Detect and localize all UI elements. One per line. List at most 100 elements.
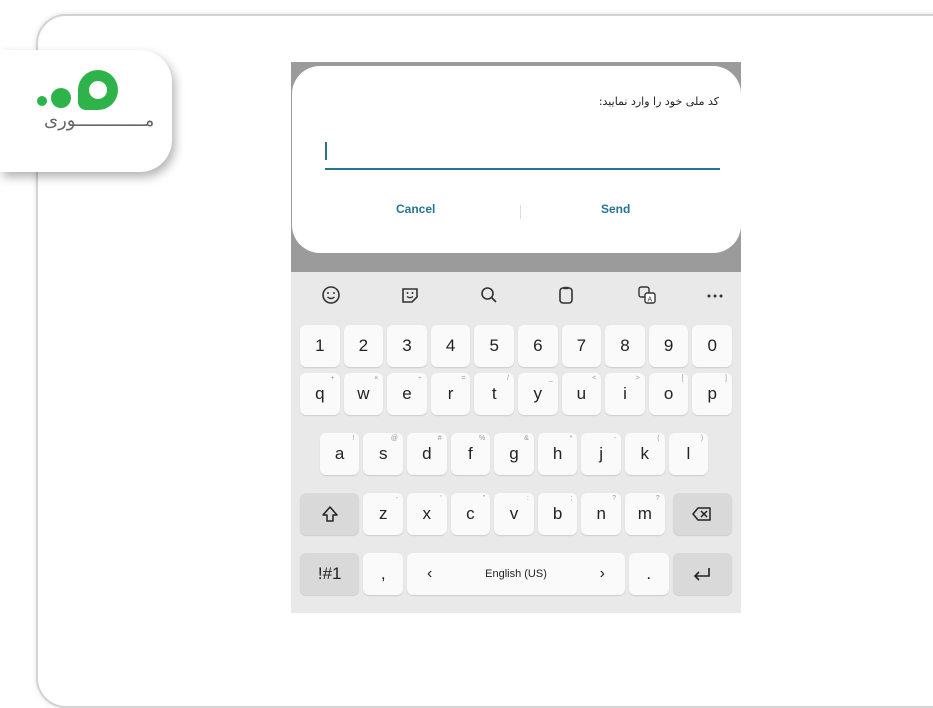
send-button[interactable]: Send bbox=[601, 202, 630, 216]
key-z-hint: - bbox=[395, 495, 398, 502]
clipboard-icon[interactable] bbox=[553, 282, 579, 308]
key-n-hint: ? bbox=[612, 495, 616, 502]
input-dialog: کد ملی خود را وارد نمایید: Cancel Send bbox=[292, 66, 741, 253]
key-f-hint: % bbox=[478, 435, 486, 442]
key-e-label: e bbox=[402, 384, 412, 403]
key-q[interactable]: q + bbox=[300, 373, 340, 415]
key-i[interactable]: i > bbox=[605, 373, 645, 415]
key-3-label: 3 bbox=[402, 336, 412, 355]
key-h-label: h bbox=[552, 444, 563, 463]
key-h[interactable]: h * bbox=[537, 433, 578, 475]
translate-icon[interactable]: A bbox=[634, 282, 660, 308]
key-t[interactable]: t / bbox=[474, 373, 514, 415]
key-4[interactable]: 4 bbox=[430, 325, 471, 367]
key-n[interactable]: n? bbox=[581, 493, 621, 535]
national-id-input[interactable] bbox=[325, 136, 720, 170]
phone-screen: کد ملی خود را وارد نمایید: Cancel Send A… bbox=[291, 62, 741, 613]
key-b-hint: ; bbox=[570, 495, 573, 502]
key-b[interactable]: b; bbox=[537, 493, 578, 535]
more-icon[interactable] bbox=[702, 282, 728, 308]
key-x-hint: ' bbox=[440, 495, 442, 502]
key-d[interactable]: d # bbox=[407, 433, 447, 475]
key-s-label: s bbox=[378, 444, 388, 463]
key-y[interactable]: y _ bbox=[518, 373, 558, 415]
key-v-hint: : bbox=[526, 495, 529, 502]
key-r[interactable]: r = bbox=[430, 373, 471, 415]
key-w-hint: × bbox=[374, 375, 379, 382]
key-z-label: z bbox=[378, 504, 388, 523]
key-n-label: n bbox=[596, 504, 606, 523]
text-caret bbox=[325, 142, 327, 160]
key-z[interactable]: z- bbox=[363, 493, 403, 535]
key-5[interactable]: 5 bbox=[474, 325, 514, 367]
key-6[interactable]: 6 bbox=[518, 325, 558, 367]
key-g[interactable]: g & bbox=[494, 433, 534, 475]
key-1[interactable]: 1 bbox=[300, 325, 340, 367]
comma-key[interactable]: , bbox=[363, 553, 403, 595]
key-s-hint: @ bbox=[390, 435, 398, 442]
logo-dot-medium bbox=[51, 88, 71, 108]
enter-key[interactable] bbox=[672, 553, 732, 595]
search-icon[interactable] bbox=[476, 282, 502, 308]
backspace-key[interactable] bbox=[672, 493, 732, 535]
key-a-hint: ! bbox=[352, 435, 355, 442]
key-p[interactable]: p] bbox=[692, 373, 732, 415]
key-m-hint: ? bbox=[655, 495, 660, 502]
sticker-icon[interactable] bbox=[397, 282, 423, 308]
comma-key-label: , bbox=[380, 564, 386, 583]
key-k-label: k bbox=[640, 444, 650, 463]
key-j-hint: - bbox=[613, 435, 616, 442]
key-7[interactable]: 7 bbox=[561, 325, 602, 367]
shift-key[interactable] bbox=[300, 493, 360, 535]
key-y-label: y bbox=[533, 384, 543, 403]
key-1-label: 1 bbox=[315, 336, 325, 355]
key-v-label: v bbox=[509, 504, 519, 523]
key-x[interactable]: x ' bbox=[407, 493, 447, 535]
key-g-label: g bbox=[509, 444, 519, 463]
button-divider bbox=[520, 205, 521, 219]
space-key[interactable]: English (US) ‹ › bbox=[407, 553, 625, 595]
key-s[interactable]: s @ bbox=[363, 433, 403, 475]
key-l-hint: ) bbox=[700, 435, 704, 442]
key-h-hint: * bbox=[569, 435, 573, 442]
key-7-label: 7 bbox=[576, 336, 587, 355]
key-i-label: i bbox=[623, 384, 627, 403]
key-o[interactable]: o[ bbox=[648, 373, 689, 415]
key-x-label: x bbox=[422, 504, 432, 523]
keyboard-toolbar: A bbox=[291, 274, 741, 316]
chevron-left-icon: ‹ bbox=[427, 565, 433, 582]
key-2[interactable]: 2 bbox=[343, 325, 384, 367]
enter-icon bbox=[694, 568, 711, 581]
symbols-key[interactable]: !#1 bbox=[300, 553, 360, 595]
key-j[interactable]: j- bbox=[581, 433, 621, 475]
period-key[interactable]: . bbox=[629, 553, 669, 595]
key-e-hint: ÷ bbox=[417, 375, 422, 382]
key-u[interactable]: u < bbox=[561, 373, 602, 415]
space-key-label: English (US) bbox=[485, 568, 547, 580]
key-v[interactable]: v: bbox=[494, 493, 534, 535]
key-p-hint: ] bbox=[725, 375, 727, 382]
key-0[interactable]: 0 bbox=[692, 325, 732, 367]
key-c[interactable]: c " bbox=[450, 493, 491, 535]
key-t-label: t bbox=[491, 384, 497, 403]
key-f[interactable]: f% bbox=[450, 433, 491, 475]
logo-dot-small bbox=[37, 96, 47, 106]
emoji-icon[interactable] bbox=[318, 282, 344, 308]
key-4-label: 4 bbox=[445, 336, 456, 355]
key-k[interactable]: k( bbox=[625, 433, 665, 475]
svg-text:A: A bbox=[648, 297, 653, 304]
key-3[interactable]: 3 bbox=[387, 325, 427, 367]
key-w[interactable]: w × bbox=[343, 373, 384, 415]
key-8[interactable]: 8 bbox=[605, 325, 645, 367]
key-k-hint: ( bbox=[657, 435, 660, 442]
key-9[interactable]: 9 bbox=[648, 325, 689, 367]
key-f-label: f bbox=[468, 444, 473, 463]
cancel-button[interactable]: Cancel bbox=[396, 202, 435, 216]
key-l[interactable]: l) bbox=[668, 433, 709, 475]
key-i-hint: > bbox=[635, 375, 640, 382]
key-m[interactable]: m? bbox=[625, 493, 665, 535]
key-q-label: q bbox=[315, 384, 325, 403]
key-e[interactable]: e ÷ bbox=[387, 373, 427, 415]
key-a[interactable]: a! bbox=[319, 433, 360, 475]
key-y-hint: _ bbox=[548, 375, 553, 382]
